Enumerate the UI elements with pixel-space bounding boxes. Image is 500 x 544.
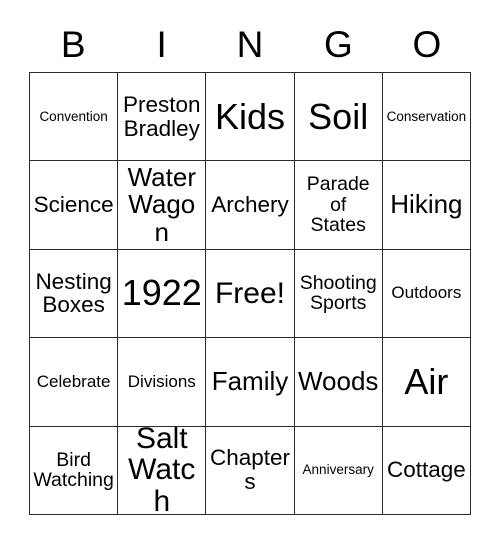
bingo-cell-label: Nesting Boxes [35, 268, 112, 318]
bingo-cell-label: Water Wagon [127, 161, 196, 247]
bingo-cell-free-space[interactable]: Free! [206, 249, 295, 339]
bingo-cell[interactable]: Soil [294, 73, 383, 162]
bingo-cell-label: Science [33, 192, 114, 218]
bingo-cell[interactable]: Nesting Boxes [30, 249, 119, 339]
bingo-cell-label: Parade of States [306, 173, 370, 237]
bingo-grid: Convention Preston Bradley Kids Soil Con… [29, 72, 471, 515]
bingo-cell[interactable]: 1922 [118, 249, 207, 339]
bingo-cell[interactable]: Bird Watching [30, 426, 119, 515]
bingo-cell-label: Chapters [209, 445, 291, 495]
bingo-header-letter-o: O [412, 23, 442, 65]
bingo-header-letter-b: B [60, 23, 86, 65]
bingo-cell-label: Air [404, 360, 449, 402]
bingo-header-letter-n: N [236, 23, 264, 65]
bingo-cell-label: Bird Watching [33, 448, 114, 492]
bingo-cell-label: Convention [39, 108, 108, 124]
bingo-cell[interactable]: Archery [206, 161, 295, 250]
bingo-cell-label: Anniversary [302, 462, 374, 478]
bingo-cell[interactable]: Kids [206, 73, 295, 162]
bingo-cell[interactable]: Family [206, 338, 295, 427]
bingo-cell-label: Celebrate [36, 371, 111, 391]
bingo-cell[interactable]: Cottage [382, 426, 471, 515]
bingo-cell-label: Family [211, 366, 289, 397]
bingo-cell-label: 1922 [121, 272, 202, 314]
bingo-header-row: B I N G O [29, 16, 471, 72]
bingo-cell[interactable]: Preston Bradley [118, 73, 207, 162]
bingo-card: B I N G O Convention Preston Bradley Kid… [0, 0, 500, 544]
bingo-cell-label: Hiking [390, 189, 463, 220]
bingo-cell[interactable]: Chapters [206, 426, 295, 515]
bingo-header-letter-g: G [324, 23, 353, 65]
bingo-cell[interactable]: Salt Watch [118, 426, 207, 515]
bingo-cell[interactable]: Water Wagon [118, 161, 207, 250]
bingo-cell-label: Divisions [127, 371, 196, 391]
bingo-cell[interactable]: Celebrate [30, 338, 119, 427]
bingo-cell[interactable]: Hiking [382, 161, 471, 250]
bingo-cell[interactable]: Outdoors [382, 249, 471, 339]
bingo-cell[interactable]: Air [382, 338, 471, 427]
bingo-header-letter-i: I [156, 23, 167, 65]
bingo-cell[interactable]: Woods [294, 338, 383, 427]
bingo-cell-label: Preston Bradley [123, 91, 201, 141]
bingo-cell[interactable]: Divisions [118, 338, 207, 427]
bingo-cell-label: Outdoors [391, 283, 462, 303]
bingo-cell-label: Soil [308, 95, 369, 137]
bingo-cell-label: Cottage [386, 457, 466, 483]
bingo-cell[interactable]: Conservation [382, 73, 471, 162]
bingo-cell[interactable]: Shooting Sports [294, 249, 383, 339]
bingo-cell-label: Free! [214, 276, 285, 310]
bingo-cell-label: Shooting Sports [299, 271, 377, 315]
bingo-cell[interactable]: Parade of States [294, 161, 383, 250]
bingo-cell[interactable]: Science [30, 161, 119, 250]
bingo-cell-label: Woods [297, 366, 379, 397]
bingo-cell[interactable]: Convention [30, 73, 119, 162]
bingo-cell-label: Conservation [386, 108, 467, 124]
bingo-cell-label: Archery [211, 192, 289, 218]
bingo-cell-label: Salt Watch [128, 426, 196, 515]
bingo-cell[interactable]: Anniversary [294, 426, 383, 515]
bingo-cell-label: Kids [214, 95, 285, 137]
